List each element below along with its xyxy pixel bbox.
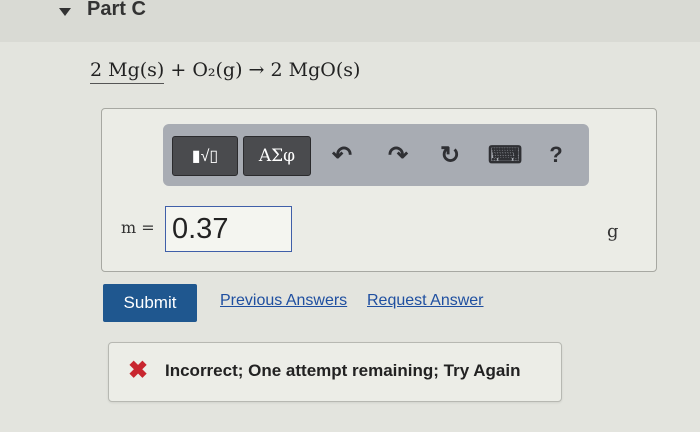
part-header[interactable]: Part C xyxy=(0,0,700,42)
previous-answers-link[interactable]: Previous Answers xyxy=(220,292,347,310)
template-button[interactable]: ▮√▯ xyxy=(172,136,238,176)
request-answer-link[interactable]: Request Answer xyxy=(367,292,484,310)
reset-icon[interactable]: ↻ xyxy=(433,138,467,172)
keyboard-icon[interactable]: ⌨ xyxy=(488,138,523,172)
equation-reactant-mg: 2 Mg(s) xyxy=(90,59,165,84)
error-x-icon: ✖ xyxy=(128,357,149,384)
feedback-message: Incorrect; One attempt remaining; Try Ag… xyxy=(165,361,521,380)
math-toolbar: ▮√▯ ΑΣφ ↶ ↷ ↻ ⌨ ? xyxy=(163,124,589,186)
symbols-label: ΑΣφ xyxy=(258,146,296,166)
submit-button[interactable]: Submit xyxy=(103,284,197,322)
template-icon: ▮√▯ xyxy=(191,148,219,165)
feedback-box: ✖ Incorrect; One attempt remaining; Try … xyxy=(108,342,562,402)
variable-label: m = xyxy=(121,218,155,237)
undo-icon[interactable]: ↶ xyxy=(325,138,359,172)
equation-arrow: → xyxy=(242,59,271,81)
help-icon[interactable]: ? xyxy=(539,138,573,172)
part-title: Part C xyxy=(87,0,146,20)
equation-product: 2 MgO(s) xyxy=(270,59,361,81)
collapse-caret-icon[interactable] xyxy=(59,8,71,16)
symbols-button[interactable]: ΑΣφ xyxy=(243,136,311,176)
equation-reactant-o2: O₂(g) xyxy=(192,59,243,81)
chemical-equation: 2 Mg(s) + O₂(g) → 2 MgO(s) xyxy=(90,59,361,84)
redo-icon[interactable]: ↷ xyxy=(381,138,415,172)
equation-plus: + xyxy=(164,59,193,81)
answer-input[interactable] xyxy=(165,206,292,252)
unit-label: g xyxy=(607,221,619,242)
